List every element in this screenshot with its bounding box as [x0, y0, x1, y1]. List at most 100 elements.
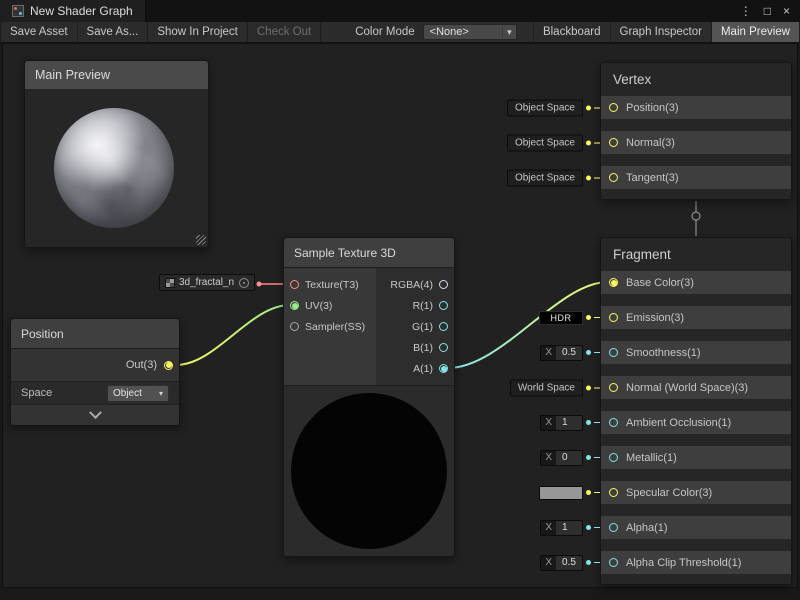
vertex-row-tangent: Object Space Tangent(3)	[601, 166, 791, 189]
metallic-port[interactable]	[609, 453, 618, 462]
alpha-value[interactable]: 1	[556, 521, 582, 535]
output-row-a: A(1)	[376, 358, 454, 379]
emission-port[interactable]	[609, 313, 618, 322]
fragment-row-alpha: X 1 Alpha(1)	[601, 516, 791, 539]
vertex-tangent-label: Tangent(3)	[626, 172, 679, 184]
fragment-row-smoothness: X 0.5 Smoothness(1)	[601, 341, 791, 364]
fragment-row-metallic: X 0 Metallic(1)	[601, 446, 791, 469]
position-space-dropdown[interactable]: Object Space	[507, 99, 583, 116]
resize-grip-icon[interactable]	[196, 235, 206, 245]
vertex-position-port[interactable]	[609, 103, 618, 112]
sample-texture-3d-node[interactable]: Sample Texture 3D Texture(T3) UV(3) Samp…	[283, 237, 455, 557]
rgba-output-port[interactable]	[439, 280, 448, 289]
specular-color-port[interactable]	[609, 488, 618, 497]
b-output-label: B(1)	[413, 342, 433, 354]
alpha-clip-port[interactable]	[609, 558, 618, 567]
fragment-row-base-color: Base Color(3)	[601, 271, 791, 294]
texture-edge-dot	[257, 282, 262, 287]
emission-hdr-color-field[interactable]: HDR	[539, 311, 583, 325]
node-preview-sphere	[291, 393, 447, 549]
ambient-occlusion-label: Ambient Occlusion(1)	[626, 417, 731, 429]
alpha-clip-value[interactable]: 0.5	[556, 556, 582, 570]
normal-ws-port[interactable]	[609, 383, 618, 392]
port-dot	[586, 420, 591, 425]
normal-space-dropdown[interactable]: Object Space	[507, 134, 583, 151]
alpha-label: Alpha(1)	[626, 522, 668, 534]
texture-asset-field[interactable]: 3d_fractal_n	[159, 274, 255, 291]
smoothness-float-field[interactable]: X 0.5	[540, 345, 583, 361]
fragment-row-emission: HDR Emission(3)	[601, 306, 791, 329]
port-dot	[586, 350, 591, 355]
alpha-clip-label: Alpha Clip Threshold(1)	[626, 557, 741, 569]
rgba-output-label: RGBA(4)	[390, 279, 433, 291]
output-row-rgba: RGBA(4)	[376, 274, 454, 295]
metallic-label: Metallic(1)	[626, 452, 677, 464]
space-label: Space	[21, 387, 52, 399]
smoothness-value[interactable]: 0.5	[556, 346, 582, 360]
vertex-row-normal: Object Space Normal(3)	[601, 131, 791, 154]
port-dot	[586, 560, 591, 565]
texture-input-port[interactable]	[290, 280, 299, 289]
fragment-context-node[interactable]: Fragment Base Color(3) HDR Emission(3) X	[600, 237, 792, 585]
normal-ws-space-dropdown[interactable]: World Space	[510, 379, 583, 396]
smoothness-port[interactable]	[609, 348, 618, 357]
uv-input-label: UV(3)	[305, 300, 332, 312]
texture-input-label: Texture(T3)	[305, 279, 359, 291]
metallic-float-field[interactable]: X 0	[540, 450, 583, 466]
r-output-label: R(1)	[413, 300, 433, 312]
port-dot	[586, 140, 591, 145]
position-out-port[interactable]	[164, 361, 173, 370]
x-prefix-label: X	[541, 557, 556, 568]
alpha-clip-float-field[interactable]: X 0.5	[540, 555, 583, 571]
g-output-port[interactable]	[439, 322, 448, 331]
port-dot	[586, 490, 591, 495]
sampler-input-label: Sampler(SS)	[305, 321, 365, 333]
main-preview-panel[interactable]: Main Preview	[24, 60, 209, 248]
alpha-port[interactable]	[609, 523, 618, 532]
object-picker-icon[interactable]	[239, 278, 249, 288]
sampler-input-port[interactable]	[290, 322, 299, 331]
vertex-tangent-port[interactable]	[609, 173, 618, 182]
edge-position-out-to-uv[interactable]	[176, 305, 290, 365]
port-dot	[586, 455, 591, 460]
collapse-row[interactable]	[11, 405, 179, 425]
position-node[interactable]: Position Out(3) Space Object ▾	[10, 318, 180, 426]
vertex-context-node[interactable]: Vertex Object Space Position(3) Object S…	[600, 62, 792, 200]
x-prefix-label: X	[541, 347, 556, 358]
collapse-chevron-icon	[89, 406, 102, 419]
space-value: Object	[113, 388, 142, 399]
unity-shader-graph-window: New Shader Graph ⋮ □ × Save Asset Save A…	[0, 0, 800, 600]
vertex-normal-port[interactable]	[609, 138, 618, 147]
input-row-sampler: Sampler(SS)	[284, 316, 376, 337]
metallic-value[interactable]: 0	[556, 451, 582, 465]
input-row-uv: UV(3)	[284, 295, 376, 316]
ambient-occlusion-float-field[interactable]: X 1	[540, 415, 583, 431]
ambient-occlusion-value[interactable]: 1	[556, 416, 582, 430]
output-row-r: R(1)	[376, 295, 454, 316]
vertex-fragment-connector-dot[interactable]	[692, 212, 700, 220]
vertex-row-position: Object Space Position(3)	[601, 96, 791, 119]
position-out-label: Out(3)	[126, 359, 157, 371]
specular-color-swatch[interactable]	[539, 486, 583, 500]
position-space-row: Space Object ▾	[11, 381, 179, 405]
output-row-b: B(1)	[376, 337, 454, 358]
port-dot	[586, 105, 591, 110]
b-output-port[interactable]	[439, 343, 448, 352]
main-preview-title[interactable]: Main Preview	[25, 61, 208, 89]
position-node-title[interactable]: Position	[11, 319, 179, 349]
tangent-space-dropdown[interactable]: Object Space	[507, 169, 583, 186]
a-output-port[interactable]	[439, 364, 448, 373]
input-ports-column: Texture(T3) UV(3) Sampler(SS)	[284, 268, 376, 385]
alpha-float-field[interactable]: X 1	[540, 520, 583, 536]
position-out-row: Out(3)	[11, 349, 179, 381]
vertex-normal-label: Normal(3)	[626, 137, 675, 149]
sample-texture-3d-title[interactable]: Sample Texture 3D	[284, 238, 454, 268]
base-color-port[interactable]	[609, 278, 618, 287]
space-dropdown[interactable]: Object ▾	[107, 385, 169, 402]
vertex-position-label: Position(3)	[626, 102, 679, 114]
texture-thumbnail-icon	[165, 278, 175, 288]
uv-input-port[interactable]	[290, 301, 299, 310]
r-output-port[interactable]	[439, 301, 448, 310]
ambient-occlusion-port[interactable]	[609, 418, 618, 427]
x-prefix-label: X	[541, 417, 556, 428]
